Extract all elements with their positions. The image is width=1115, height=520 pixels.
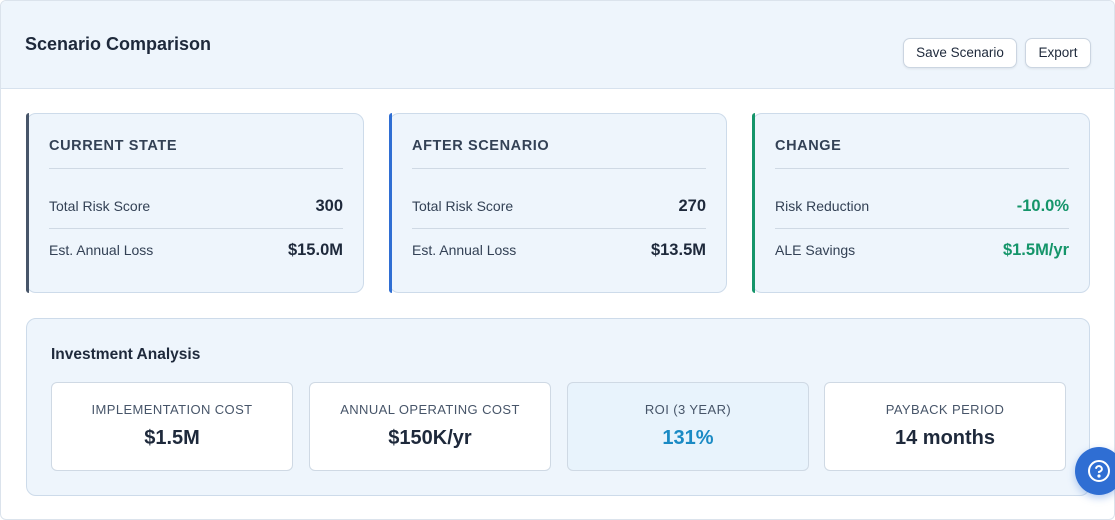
export-button[interactable]: Export xyxy=(1025,38,1091,68)
roi-metric: ROI (3 YEAR) 131% xyxy=(567,382,809,471)
est-annual-loss-label: Est. Annual Loss xyxy=(412,242,517,258)
section-title: Investment Analysis xyxy=(51,346,201,363)
total-risk-score-label: Total Risk Score xyxy=(412,198,514,214)
card-title: CHANGE xyxy=(775,138,842,154)
divider xyxy=(49,228,343,229)
card-title: CURRENT STATE xyxy=(49,138,178,154)
annual-operating-cost-metric: ANNUAL OPERATING COST $150K/yr xyxy=(309,382,551,471)
metric-value: $150K/yr xyxy=(388,427,472,449)
after-scenario-card: AFTER SCENARIO Total Risk Score 270 Est.… xyxy=(389,113,727,293)
save-scenario-button[interactable]: Save Scenario xyxy=(903,38,1017,68)
help-circle-icon xyxy=(1088,460,1110,482)
help-button[interactable] xyxy=(1075,447,1115,495)
risk-reduction-value: -10.0% xyxy=(1016,197,1069,215)
metric-value: $1.5M xyxy=(144,427,200,449)
implementation-cost-metric: IMPLEMENTATION COST $1.5M xyxy=(51,382,293,471)
payback-period-metric: PAYBACK PERIOD 14 months xyxy=(824,382,1066,471)
est-annual-loss-label: Est. Annual Loss xyxy=(49,242,154,258)
metric-value: 14 months xyxy=(894,427,996,449)
divider xyxy=(412,228,706,229)
divider xyxy=(775,228,1069,229)
est-annual-loss-value: $15.0M xyxy=(287,241,343,259)
ale-savings-label: ALE Savings xyxy=(775,242,856,258)
divider xyxy=(412,168,706,169)
metric-label: IMPLEMENTATION COST xyxy=(91,402,253,417)
total-risk-score-label: Total Risk Score xyxy=(49,198,151,214)
card-title: AFTER SCENARIO xyxy=(412,138,550,154)
page-title: Scenario Comparison xyxy=(25,34,212,54)
current-state-card: CURRENT STATE Total Risk Score 300 Est. … xyxy=(26,113,364,293)
risk-reduction-label: Risk Reduction xyxy=(775,198,870,214)
change-card: CHANGE Risk Reduction -10.0% ALE Savings… xyxy=(752,113,1090,293)
divider xyxy=(775,168,1069,169)
total-risk-score-value: 300 xyxy=(315,197,343,215)
total-risk-score-value: 270 xyxy=(678,197,706,215)
metric-value: 131% xyxy=(662,427,714,449)
panel-header: Scenario Comparison Save Scenario Export xyxy=(1,1,1114,89)
metric-label: ROI (3 YEAR) xyxy=(644,402,732,417)
investment-analysis-section: Investment Analysis IMPLEMENTATION COST … xyxy=(26,318,1090,496)
ale-savings-value: $1.5M/yr xyxy=(1002,241,1069,259)
divider xyxy=(49,168,343,169)
metric-label: PAYBACK PERIOD xyxy=(885,402,1005,417)
metric-label: ANNUAL OPERATING COST xyxy=(340,402,520,417)
est-annual-loss-value: $13.5M xyxy=(650,241,706,259)
scenario-comparison-panel: Scenario Comparison Save Scenario Export… xyxy=(0,0,1115,520)
